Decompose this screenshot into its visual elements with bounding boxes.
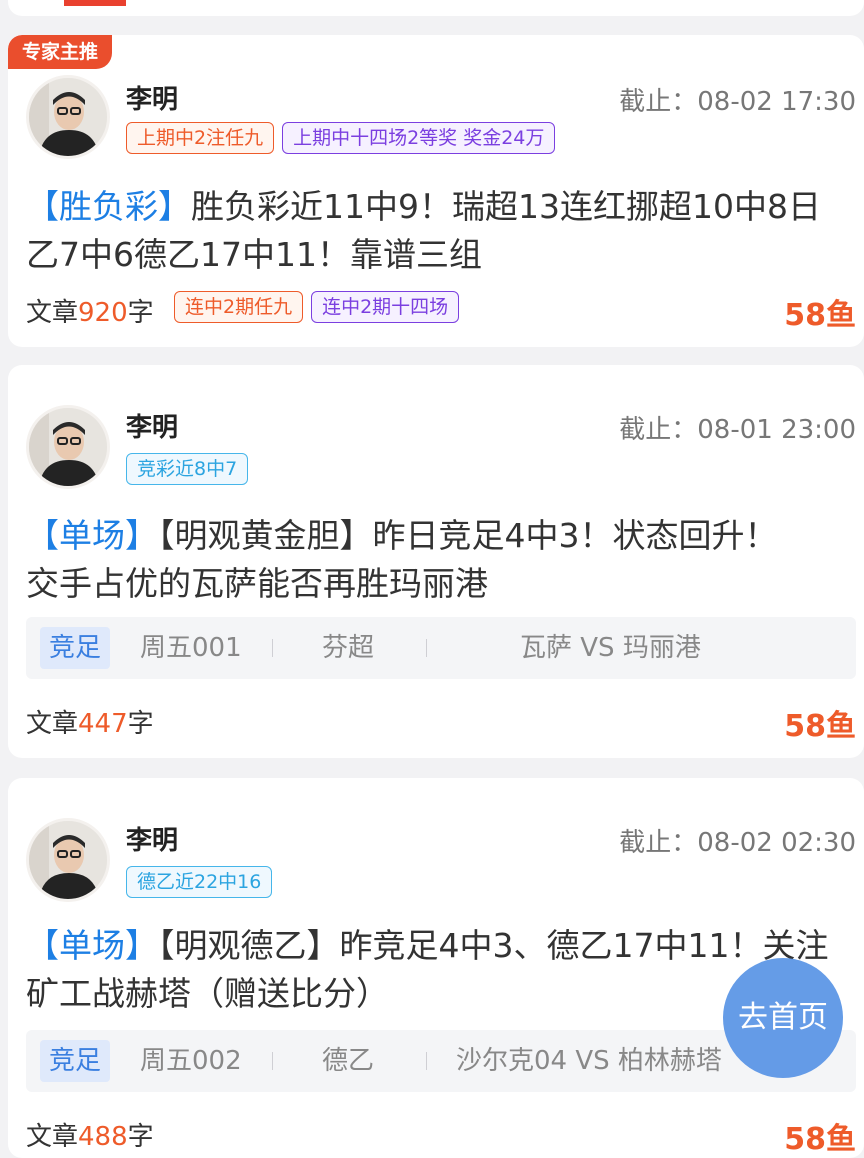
word-count-prefix: 文章 <box>26 1122 79 1152</box>
author-tags: 上期中2注任九 上期中十四场2等奖 奖金24万 <box>126 122 556 154</box>
author-name[interactable]: 李明 <box>126 820 178 857</box>
divider <box>272 1052 273 1070</box>
title-category: 【胜负彩】 <box>26 187 191 226</box>
word-count-number: 920 <box>78 298 128 328</box>
word-count-number: 447 <box>78 709 128 739</box>
divider <box>426 1052 427 1070</box>
avatar[interactable] <box>26 818 110 902</box>
article-card[interactable]: 专家主推 李明 截止：08-02 17:30 上期中2注任九 上期中十四场2等奖… <box>8 35 864 347</box>
avatar[interactable] <box>26 75 110 159</box>
word-count-prefix: 文章 <box>26 298 79 328</box>
divider <box>272 639 273 657</box>
deadline-text: 截止：08-02 02:30 <box>619 828 856 858</box>
price[interactable]: 58鱼 <box>784 290 856 334</box>
word-count: 文章920字 <box>26 292 154 329</box>
lottery-type-badge: 竞足 <box>40 627 111 669</box>
match-teams: 瓦萨 VS 玛丽港 <box>520 633 701 663</box>
article-title[interactable]: 【单场】【明观德乙】昨竞足4中3、德乙17中11！关注矿工战赫塔（赠送比分） <box>26 922 840 1018</box>
tag-streak-ren9: 连中2期任九 <box>174 291 304 323</box>
word-count-suffix: 字 <box>127 709 154 739</box>
author-tags: 竞彩近8中7 <box>126 453 249 485</box>
tag-prize: 上期中十四场2等奖 奖金24万 <box>282 122 556 154</box>
previous-card-stub <box>8 0 864 16</box>
go-home-button[interactable]: 去首页 <box>723 958 843 1078</box>
divider <box>426 639 427 657</box>
match-league: 芬超 <box>322 633 375 663</box>
article-title[interactable]: 【胜负彩】胜负彩近11中9！瑞超13连红挪超10中8日乙7中6德乙17中11！靠… <box>26 183 848 279</box>
match-league: 德乙 <box>322 1046 375 1076</box>
tag-record: 竞彩近8中7 <box>126 453 249 485</box>
word-count-prefix: 文章 <box>26 709 79 739</box>
word-count-number: 488 <box>78 1122 128 1152</box>
match-teams: 沙尔克04 VS 柏林赫塔 <box>456 1046 722 1076</box>
tag-record: 上期中2注任九 <box>126 122 275 154</box>
word-count-suffix: 字 <box>127 1122 154 1152</box>
author-tags: 德乙近22中16 <box>126 866 273 898</box>
author-name[interactable]: 李明 <box>126 79 178 116</box>
red-accent-bar <box>64 0 126 6</box>
avatar[interactable] <box>26 405 110 489</box>
word-count: 文章447字 <box>26 703 154 740</box>
tag-streak-14: 连中2期十四场 <box>311 291 460 323</box>
deadline-text: 截止：08-01 23:00 <box>619 415 856 445</box>
match-info[interactable]: 竞足 周五001 芬超 瓦萨 VS 玛丽港 <box>26 617 856 679</box>
article-title[interactable]: 【单场】【明观黄金胆】昨日竞足4中3！状态回升！交手占优的瓦萨能否再胜玛丽港 <box>26 512 804 608</box>
title-category: 【单场】 <box>26 516 158 555</box>
article-card[interactable]: 李明 截止：08-01 23:00 竞彩近8中7 【单场】【明观黄金胆】昨日竞足… <box>8 365 864 758</box>
word-count-suffix: 字 <box>127 298 154 328</box>
article-card[interactable]: 李明 截止：08-02 02:30 德乙近22中16 【单场】【明观德乙】昨竞足… <box>8 778 864 1158</box>
price[interactable]: 58鱼 <box>784 701 856 745</box>
title-category: 【单场】 <box>26 926 158 965</box>
price[interactable]: 58鱼 <box>784 1114 856 1158</box>
word-count: 文章488字 <box>26 1116 154 1153</box>
lottery-type-badge: 竞足 <box>40 1040 111 1082</box>
streak-tags: 连中2期任九 连中2期十四场 <box>174 291 460 323</box>
match-code: 周五001 <box>140 633 242 663</box>
expert-recommend-badge: 专家主推 <box>8 35 113 69</box>
author-name[interactable]: 李明 <box>126 407 178 444</box>
match-code: 周五002 <box>140 1046 242 1076</box>
tag-record: 德乙近22中16 <box>126 866 273 898</box>
deadline-text: 截止：08-02 17:30 <box>619 87 856 117</box>
